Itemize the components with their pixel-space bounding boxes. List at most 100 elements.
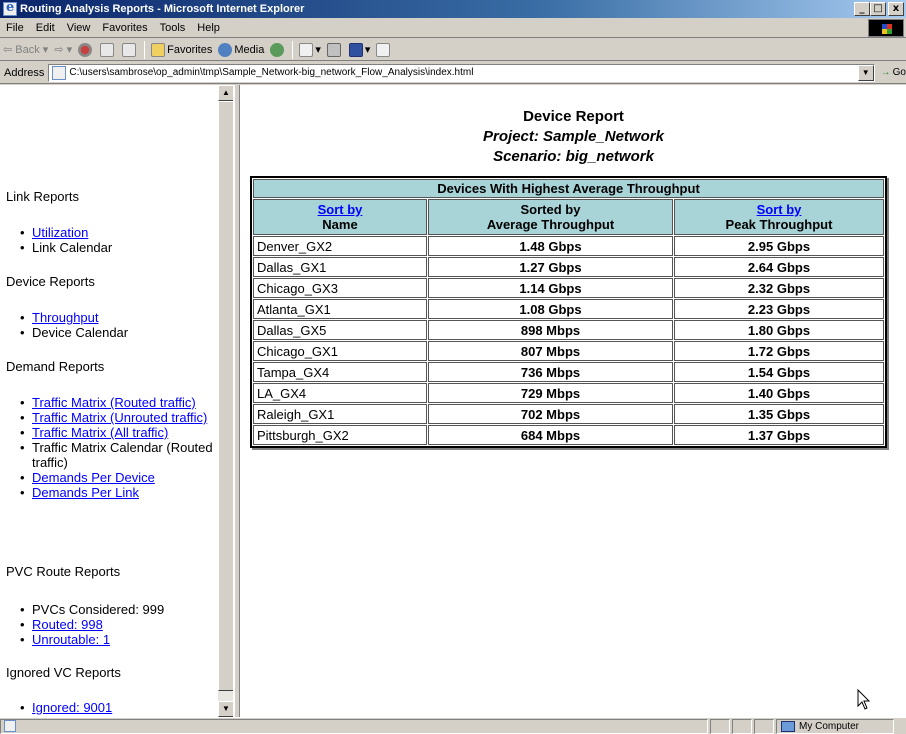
history-button[interactable] <box>267 40 289 60</box>
menu-file[interactable]: File <box>0 22 30 34</box>
traffic-matrix-routed-link[interactable]: Traffic Matrix (Routed traffic) <box>32 395 196 410</box>
maximize-button[interactable]: □ <box>870 2 886 16</box>
traffic-matrix-all-link[interactable]: Traffic Matrix (All traffic) <box>32 425 168 440</box>
home-button[interactable] <box>119 40 141 60</box>
ignored-reports-heading: Ignored VC Reports <box>6 665 121 680</box>
window-title: Routing Analysis Reports - Microsoft Int… <box>20 3 305 15</box>
peak-throughput: 2.23 Gbps <box>674 299 884 319</box>
zone-label: My Computer <box>799 720 860 732</box>
peak-throughput: 1.54 Gbps <box>674 362 884 382</box>
device-calendar-text: Device Calendar <box>32 325 129 340</box>
unroutable-link[interactable]: Unroutable: 1 <box>32 632 110 647</box>
list-item[interactable]: Demands Per Device <box>20 470 216 485</box>
back-dropdown-icon[interactable]: ▾ <box>40 43 49 56</box>
avg-throughput: 1.14 Gbps <box>428 278 673 298</box>
peak-throughput: 2.32 Gbps <box>674 278 884 298</box>
list-item[interactable]: Traffic Matrix (All traffic) <box>20 425 216 440</box>
device-reports-heading: Device Reports <box>6 274 95 289</box>
table-caption: Devices With Highest Average Throughput <box>253 179 884 198</box>
favorites-icon <box>151 42 166 57</box>
discuss-button[interactable] <box>373 40 395 60</box>
menu-view[interactable]: View <box>61 22 97 34</box>
title-bar[interactable]: Routing Analysis Reports - Microsoft Int… <box>0 0 906 18</box>
demands-per-device-link[interactable]: Demands Per Device <box>32 470 155 485</box>
list-item[interactable]: Traffic Matrix (Routed traffic) <box>20 395 216 410</box>
nav-scrollbar[interactable]: ▲ ▼ <box>218 85 233 717</box>
status-pane <box>732 718 752 734</box>
menu-favorites[interactable]: Favorites <box>96 22 153 34</box>
table-row: Denver_GX2 1.48 Gbps 2.95 Gbps <box>253 236 884 256</box>
ie-icon[interactable] <box>3 0 17 16</box>
routed-link[interactable]: Routed: 998 <box>32 617 103 632</box>
address-input[interactable]: C:\users\sambrose\op_admin\tmp\Sample_Ne… <box>48 63 875 82</box>
avg-throughput: 684 Mbps <box>428 425 673 445</box>
throughput-link[interactable]: Throughput <box>32 310 99 325</box>
avg-throughput: 898 Mbps <box>428 320 673 340</box>
pvc-reports-list: PVCs Considered: 999 Routed: 998 Unrouta… <box>20 602 216 647</box>
traffic-matrix-unrouted-link[interactable]: Traffic Matrix (Unrouted traffic) <box>32 410 207 425</box>
my-computer-icon <box>781 720 795 732</box>
col-header-average: Sorted by Average Throughput <box>428 199 673 235</box>
media-label: Media <box>234 43 265 56</box>
sorted-by-label: Sorted by <box>520 202 581 217</box>
device-name: Raleigh_GX1 <box>253 404 427 424</box>
back-arrow-icon: ⇦ <box>3 44 16 56</box>
list-item[interactable]: Routed: 998 <box>20 617 216 632</box>
device-name: Chicago_GX1 <box>253 341 427 361</box>
back-label: Back <box>15 43 40 56</box>
avg-throughput: 1.48 Gbps <box>428 236 673 256</box>
menu-edit[interactable]: Edit <box>30 22 61 34</box>
col-name-label: Name <box>322 217 358 232</box>
address-dropdown-icon[interactable]: ▼ <box>857 64 874 81</box>
forward-button[interactable]: ⇨ ▾ <box>51 40 75 60</box>
utilization-link[interactable]: Utilization <box>32 225 88 240</box>
list-item[interactable]: Unroutable: 1 <box>20 632 216 647</box>
page-status-icon <box>4 720 16 732</box>
list-item[interactable]: Throughput <box>20 310 216 325</box>
frame-divider[interactable] <box>234 85 240 717</box>
scroll-down-icon[interactable]: ▼ <box>218 701 233 717</box>
close-button[interactable]: x <box>888 2 904 16</box>
windows-logo-icon <box>868 19 904 37</box>
stop-button[interactable] <box>75 40 97 60</box>
link-calendar-text: Link Calendar <box>32 240 113 255</box>
device-name: Dallas_GX1 <box>253 257 427 277</box>
list-item[interactable]: Ignored: 9001 <box>20 700 216 715</box>
menu-help[interactable]: Help <box>191 22 226 34</box>
print-button[interactable] <box>324 40 346 60</box>
refresh-button[interactable] <box>97 40 119 60</box>
address-url[interactable]: C:\users\sambrose\op_admin\tmp\Sample_Ne… <box>69 67 857 78</box>
scroll-up-icon[interactable]: ▲ <box>218 85 233 101</box>
avg-throughput: 807 Mbps <box>428 341 673 361</box>
sort-by-peak-link[interactable]: Sort by <box>757 202 802 217</box>
menu-tools[interactable]: Tools <box>154 22 192 34</box>
list-item[interactable]: Utilization <box>20 225 216 240</box>
ignored-link[interactable]: Ignored: 9001 <box>32 700 112 715</box>
table-row: LA_GX4 729 Mbps 1.40 Gbps <box>253 383 884 403</box>
peak-throughput: 1.40 Gbps <box>674 383 884 403</box>
list-item[interactable]: Traffic Matrix (Unrouted traffic) <box>20 410 216 425</box>
media-button[interactable]: Media <box>215 40 267 60</box>
table-row: Dallas_GX1 1.27 Gbps 2.64 Gbps <box>253 257 884 277</box>
go-arrow-icon: → <box>880 67 891 78</box>
table-row: Pittsburgh_GX2 684 Mbps 1.37 Gbps <box>253 425 884 445</box>
device-name: LA_GX4 <box>253 383 427 403</box>
mail-dropdown-icon: ▾ <box>315 44 321 56</box>
stop-icon <box>78 42 93 57</box>
mail-button[interactable]: ▾ <box>296 40 324 60</box>
minimize-button[interactable]: _ <box>854 2 870 16</box>
device-name: Dallas_GX5 <box>253 320 427 340</box>
favorites-button[interactable]: Favorites <box>148 40 215 60</box>
back-button[interactable]: ⇦ Back ▾ <box>0 40 51 60</box>
demands-per-link-link[interactable]: Demands Per Link <box>32 485 139 500</box>
edit-word-button[interactable]: ▾ <box>346 40 374 60</box>
go-button[interactable]: → Go <box>875 67 906 78</box>
peak-throughput: 1.80 Gbps <box>674 320 884 340</box>
sort-by-name-link[interactable]: Sort by <box>318 202 363 217</box>
list-item[interactable]: Demands Per Link <box>20 485 216 500</box>
avg-throughput: 736 Mbps <box>428 362 673 382</box>
throughput-table: Devices With Highest Average Throughput … <box>250 176 887 448</box>
status-pane <box>710 718 730 734</box>
peak-throughput: 1.72 Gbps <box>674 341 884 361</box>
scroll-thumb[interactable] <box>218 101 233 691</box>
